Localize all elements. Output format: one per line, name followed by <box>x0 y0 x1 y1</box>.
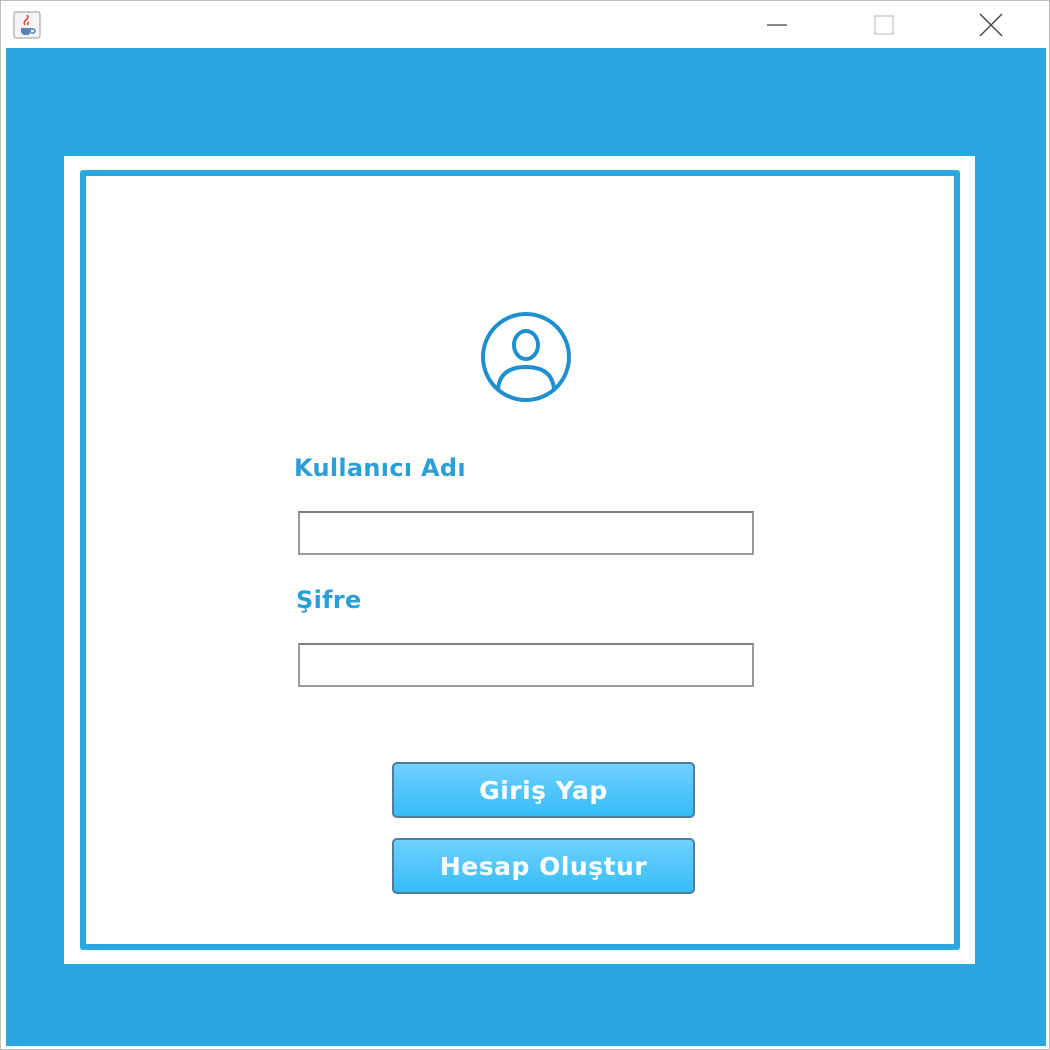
minimize-button[interactable] <box>727 1 827 48</box>
maximize-icon <box>874 14 894 35</box>
login-window: Kullanıcı Adı Şifre Giriş Yap Hesap Oluş… <box>0 0 1050 1050</box>
create-account-button[interactable]: Hesap Oluştur <box>392 838 695 894</box>
password-label: Şifre <box>296 586 362 614</box>
username-field[interactable] <box>298 511 754 555</box>
java-cup-icon <box>13 11 41 39</box>
user-circle-icon <box>481 312 571 402</box>
title-bar[interactable] <box>1 1 1049 48</box>
login-button[interactable]: Giriş Yap <box>392 762 695 818</box>
username-label: Kullanıcı Adı <box>294 454 466 482</box>
window-content: Kullanıcı Adı Şifre Giriş Yap Hesap Oluş… <box>6 48 1046 1046</box>
login-panel: Kullanıcı Adı Şifre Giriş Yap Hesap Oluş… <box>64 156 975 964</box>
minimize-icon <box>767 23 787 26</box>
password-field[interactable] <box>298 643 754 687</box>
login-form-frame: Kullanıcı Adı Şifre Giriş Yap Hesap Oluş… <box>80 170 960 950</box>
close-icon <box>979 13 1003 36</box>
close-button[interactable] <box>941 1 1041 48</box>
maximize-button[interactable] <box>834 1 934 48</box>
